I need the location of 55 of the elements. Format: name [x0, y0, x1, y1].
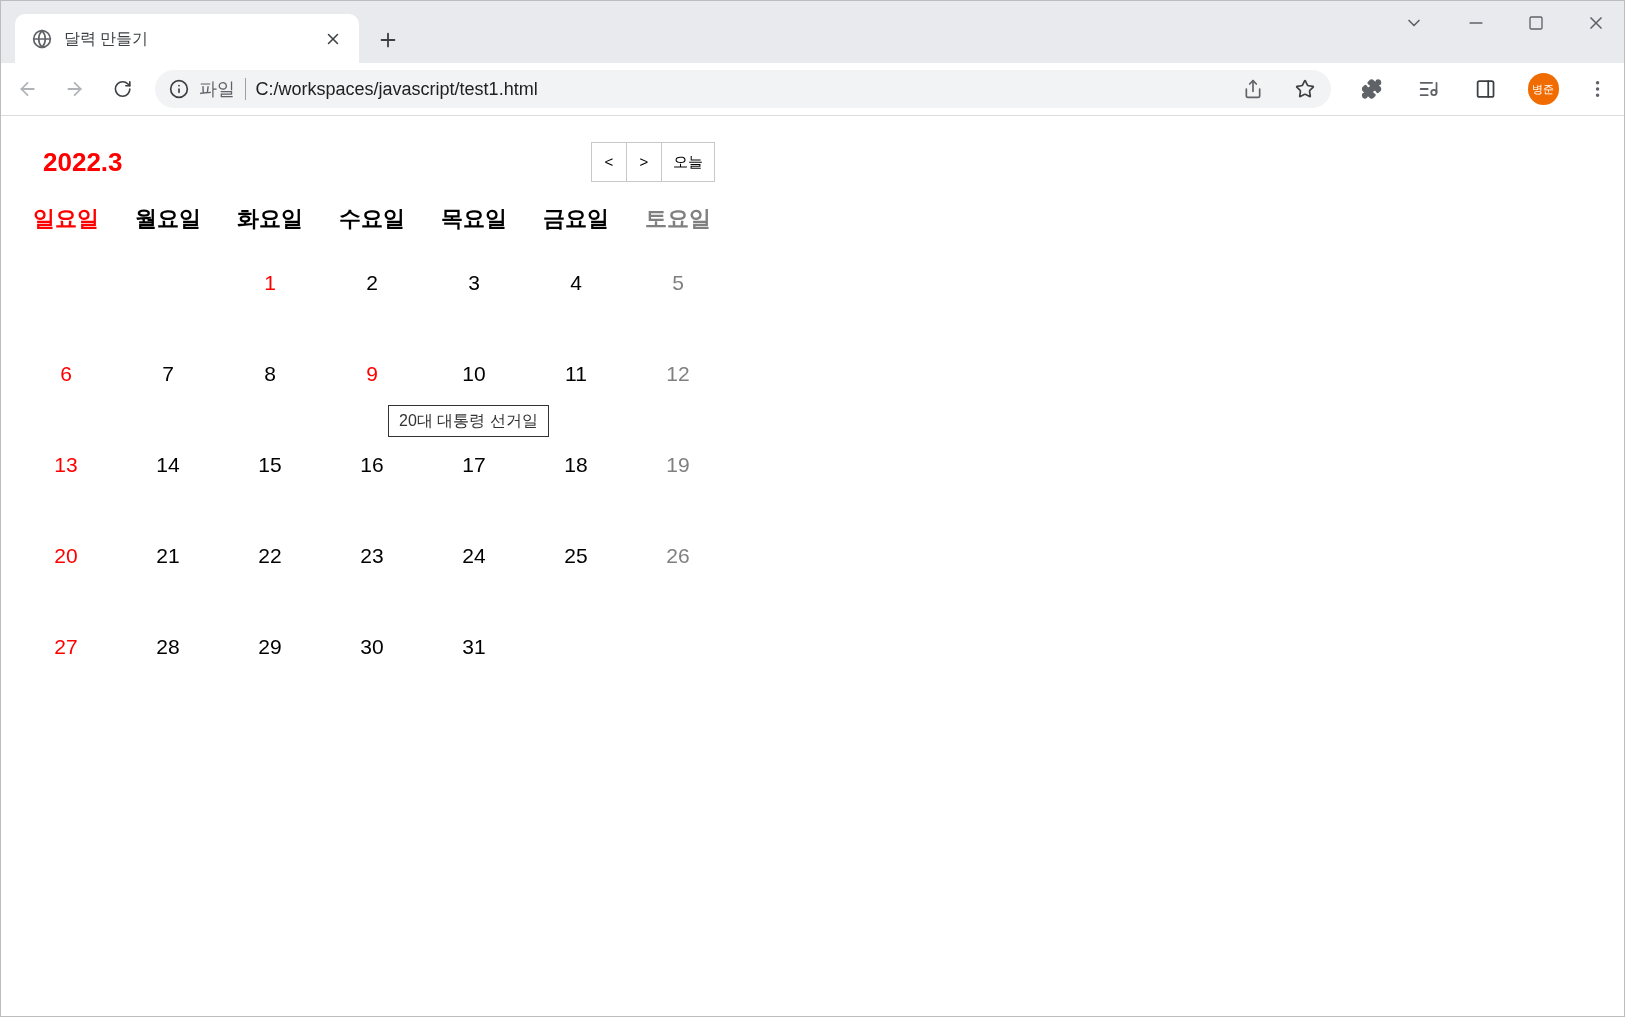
- date-number: 17: [462, 452, 486, 478]
- date-number: 24: [462, 543, 486, 569]
- date-number: 31: [462, 634, 486, 660]
- side-panel-icon[interactable]: [1474, 78, 1497, 100]
- date-number: 25: [564, 543, 588, 569]
- weekday-header: 화요일: [237, 205, 303, 233]
- weekday-header: 월요일: [135, 205, 201, 233]
- date-number: 7: [162, 361, 174, 387]
- info-icon: [168, 79, 189, 99]
- date-number: 29: [258, 634, 282, 660]
- date-number: 9: [366, 361, 378, 387]
- nav-button[interactable]: 오늘: [661, 142, 715, 182]
- weekday-header: 일요일: [33, 205, 99, 233]
- date-number: 6: [60, 361, 72, 387]
- weekday-header: 토요일: [645, 205, 711, 233]
- nav-button[interactable]: >: [626, 142, 662, 182]
- date-number: 8: [264, 361, 276, 387]
- date-number: 4: [570, 270, 582, 296]
- browser-tab[interactable]: 달력 만들기: [15, 14, 359, 63]
- date-number: 11: [565, 361, 587, 387]
- tab-title: 달력 만들기: [64, 28, 150, 49]
- date-number: 14: [156, 452, 180, 478]
- nav-button[interactable]: <: [591, 142, 627, 182]
- date-number: 23: [360, 543, 384, 569]
- url-text: C:/workspaces/javascript/test1.html: [255, 77, 539, 101]
- weekday-header: 수요일: [339, 205, 405, 233]
- date-number: 21: [156, 543, 180, 569]
- weekday-header: 목요일: [441, 205, 507, 233]
- date-number: 28: [156, 634, 180, 660]
- date-number: 10: [462, 361, 486, 387]
- weekday-header: 금요일: [543, 205, 609, 233]
- puzzle-icon[interactable]: [1360, 78, 1382, 100]
- date-number: 27: [54, 634, 78, 660]
- date-number: 26: [666, 543, 690, 569]
- date-number: 12: [666, 361, 690, 387]
- date-number: 1: [264, 270, 276, 296]
- globe-icon: [32, 28, 52, 49]
- date-number: 20: [54, 543, 78, 569]
- date-number: 13: [54, 452, 78, 478]
- date-number: 15: [258, 452, 282, 478]
- date-number: 2: [366, 270, 378, 296]
- date-number: 18: [564, 452, 588, 478]
- tooltip: 20대 대통령 선거일: [388, 405, 549, 437]
- date-number: 5: [672, 270, 684, 296]
- reload-icon[interactable]: [113, 79, 133, 99]
- date-number: 30: [360, 634, 384, 660]
- month-title: 2022.3: [43, 145, 123, 179]
- star-icon[interactable]: [1294, 79, 1315, 99]
- maximize-icon[interactable]: [1528, 15, 1544, 31]
- address-label: 파일: [198, 77, 235, 101]
- date-number: 3: [468, 270, 480, 296]
- date-number: 19: [666, 452, 690, 478]
- date-number: 22: [258, 543, 282, 569]
- date-number: 16: [360, 452, 384, 478]
- address-bar[interactable]: 파일 C:/workspaces/javascript/test1.html: [154, 70, 1331, 108]
